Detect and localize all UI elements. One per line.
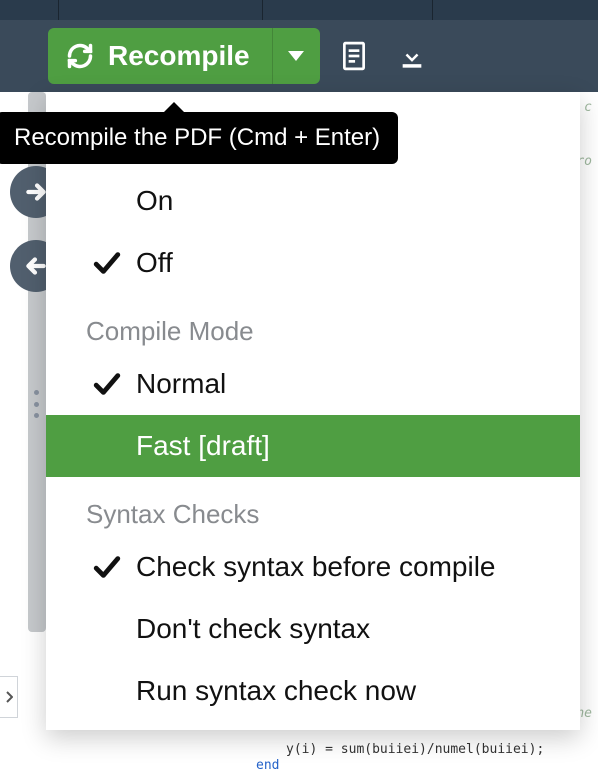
syntax-dont-check-option[interactable]: Don't check syntax	[46, 598, 580, 660]
recompile-dropdown-menu: On Off Compile Mode Normal Fast [draft] …	[46, 92, 580, 730]
topbar-divider	[432, 0, 433, 20]
code-fragment: end	[256, 758, 279, 770]
check-icon	[92, 372, 136, 396]
caret-down-icon	[288, 51, 304, 61]
download-pdf-button[interactable]	[388, 28, 436, 84]
syntax-check-before-option[interactable]: Check syntax before compile	[46, 536, 580, 598]
expand-panel-tab[interactable]	[0, 676, 18, 718]
view-logs-button[interactable]	[330, 28, 378, 84]
syntax-run-now-option[interactable]: Run syntax check now	[46, 660, 580, 722]
code-fragment: y(i) = sum(buiiei)/numel(buiiei);	[286, 742, 544, 757]
pdf-toolbar: Recompile	[0, 20, 598, 92]
app-topbar	[0, 0, 598, 20]
option-label: Off	[136, 247, 562, 279]
document-icon	[341, 41, 367, 71]
option-label: Fast [draft]	[136, 430, 562, 462]
option-label: Check syntax before compile	[136, 551, 562, 583]
option-label: Don't check syntax	[136, 613, 562, 645]
recompile-button[interactable]: Recompile	[48, 28, 272, 84]
autocompile-off-option[interactable]: Off	[46, 232, 580, 294]
recompile-label: Recompile	[108, 40, 250, 72]
check-icon	[92, 555, 136, 579]
compile-mode-header: Compile Mode	[46, 294, 580, 353]
compile-mode-normal-option[interactable]: Normal	[46, 353, 580, 415]
autocompile-on-option[interactable]: On	[46, 170, 580, 232]
pane-resize-handle[interactable]	[34, 390, 40, 418]
download-icon	[398, 42, 426, 70]
syntax-checks-header: Syntax Checks	[46, 477, 580, 536]
chevron-right-icon	[5, 691, 13, 703]
topbar-divider	[262, 0, 263, 20]
refresh-icon	[66, 42, 94, 70]
topbar-divider	[58, 0, 59, 20]
recompile-tooltip: Recompile the PDF (Cmd + Enter)	[0, 112, 398, 164]
option-label: On	[136, 185, 562, 217]
check-icon	[92, 251, 136, 275]
tooltip-text: Recompile the PDF (Cmd + Enter)	[14, 124, 380, 151]
recompile-dropdown-toggle[interactable]	[272, 28, 320, 84]
option-label: Normal	[136, 368, 562, 400]
compile-mode-fast-option[interactable]: Fast [draft]	[46, 415, 580, 477]
option-label: Run syntax check now	[136, 675, 562, 707]
